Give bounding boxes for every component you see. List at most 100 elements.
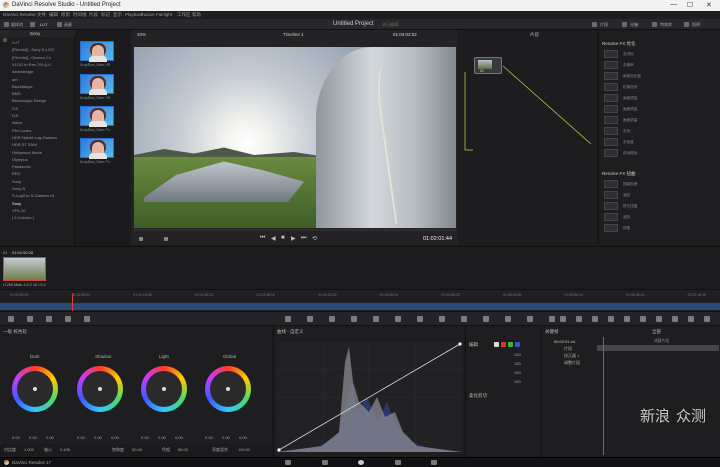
palette-tool-icon[interactable]	[592, 316, 598, 322]
pivot-value[interactable]: 0.435	[60, 447, 70, 452]
palette-tool-icon[interactable]	[656, 316, 662, 322]
playhead[interactable]	[72, 293, 73, 312]
palette-tool-icon[interactable]	[8, 316, 14, 322]
palette-tool-icon[interactable]	[505, 316, 511, 322]
palette-tool-icon[interactable]	[483, 316, 489, 322]
step-back-button[interactable]: ◀	[271, 235, 276, 242]
color-wheel[interactable]	[141, 366, 187, 412]
wheel-value[interactable]: 0.00	[239, 435, 247, 440]
hue-value[interactable]: 50.00	[178, 447, 188, 452]
lut-folder-item[interactable]: Hollywood Movie	[12, 150, 42, 155]
wheel-value[interactable]: 0.00	[29, 435, 37, 440]
keyframe-playhead[interactable]	[603, 337, 604, 455]
effect-item-label[interactable]: 局部对比度	[623, 74, 641, 79]
wheel-value[interactable]: 0.00	[12, 435, 20, 440]
palette-tool-icon[interactable]	[704, 316, 710, 322]
keyframe-track-bar[interactable]	[597, 345, 719, 351]
lut-thumbnail[interactable]	[80, 41, 114, 62]
curve-point-low[interactable]	[277, 448, 281, 452]
lut-folder-item[interactable]: Olympus	[12, 157, 28, 162]
timeline-selector[interactable]: Timeline 1	[283, 32, 304, 37]
close-button[interactable]: ✕	[706, 1, 712, 9]
intensity-r[interactable]: 100	[514, 361, 521, 366]
lut-folder-item[interactable]: Sony	[12, 201, 21, 206]
color-node[interactable]: 01	[474, 57, 502, 74]
lut-folder-item[interactable]: Blackmagic Design	[12, 98, 46, 103]
page-deliver-icon[interactable]	[431, 460, 437, 465]
palette-tool-icon[interactable]	[672, 316, 678, 322]
effect-thumbnail[interactable]	[604, 191, 618, 199]
lut-folder-item[interactable]: VLOG to Rec 709 (LU	[12, 62, 51, 67]
lut-icon[interactable]	[30, 22, 35, 27]
lut-folder-item[interactable]: Sony-N	[12, 186, 25, 191]
lum-mix-value[interactable]: 100.00	[238, 447, 250, 452]
palette-tool-icon[interactable]	[549, 316, 555, 322]
minimize-button[interactable]: —	[670, 1, 677, 8]
effect-thumbnail[interactable]	[604, 72, 618, 80]
lut-folder-item[interactable]: Panasonic	[12, 164, 31, 169]
palette-tool-icon[interactable]	[84, 316, 90, 322]
palette-tool-icon[interactable]	[46, 316, 52, 322]
menu-item[interactable]: 片段	[89, 12, 98, 18]
lut-folder-item[interactable]: Film Looks	[12, 128, 31, 133]
palette-tool-icon[interactable]	[560, 316, 566, 322]
skip-end-button[interactable]: ⏭	[301, 235, 306, 242]
effect-item-label[interactable]: 镜像	[623, 226, 630, 231]
intensity-b[interactable]: 100	[514, 379, 521, 384]
wheel-value[interactable]: 0.00	[222, 435, 230, 440]
palette-tool-icon[interactable]	[608, 316, 614, 322]
contrast-value[interactable]: 1.000	[24, 447, 34, 452]
lut-folder-item[interactable]: S-Log3 to S-Gamma v3	[12, 193, 54, 198]
timeline-track[interactable]	[0, 303, 720, 310]
palette-tool-icon[interactable]	[65, 316, 71, 322]
wheel-handle[interactable]	[226, 387, 230, 391]
palette-tool-icon[interactable]	[640, 316, 646, 322]
viewer-scrubber[interactable]	[134, 229, 455, 231]
clips-button[interactable]: 片段	[600, 22, 608, 28]
effect-item-label[interactable]: 波纹	[623, 193, 630, 198]
page-edit-icon[interactable]	[322, 460, 328, 465]
wheel-value[interactable]: 0.00	[175, 435, 183, 440]
effect-thumbnail[interactable]	[604, 202, 618, 210]
effect-item-label[interactable]: 画面质量	[623, 96, 637, 101]
wheel-handle[interactable]	[98, 387, 102, 391]
lut-folder-item[interactable]: Sony	[12, 179, 21, 184]
palette-tool-icon[interactable]	[373, 316, 379, 322]
palette-tool-icon[interactable]	[688, 316, 694, 322]
lut-thumbnail[interactable]	[80, 106, 114, 127]
mini-timeline[interactable]: 01:00:00:00 01:00:35:04 01:01:16:08 01:01:5…	[0, 289, 720, 312]
palette-tool-icon[interactable]	[527, 316, 533, 322]
menu-item[interactable]: 修剪	[61, 12, 70, 18]
effect-item-label[interactable]: 波形	[623, 215, 630, 220]
lut-button[interactable]: LUT	[40, 22, 48, 27]
page-color-icon[interactable]	[358, 460, 364, 465]
wheel-value[interactable]: 0.00	[111, 435, 119, 440]
collapse-icon[interactable]	[3, 38, 7, 42]
palette-tool-icon[interactable]	[439, 316, 445, 322]
page-fairlight-icon[interactable]	[395, 460, 401, 465]
skip-start-button[interactable]: ⏮	[260, 235, 265, 242]
palette-tool-icon[interactable]	[307, 316, 313, 322]
wheel-handle[interactable]	[162, 387, 166, 391]
keyframes-mode[interactable]: 全部	[652, 329, 661, 335]
effect-thumbnail[interactable]	[604, 105, 618, 113]
media-pool-button[interactable]: 媒体池	[11, 22, 23, 28]
palette-tool-icon[interactable]	[395, 316, 401, 322]
channel-r-button[interactable]	[501, 342, 506, 347]
wheel-value[interactable]: 0.00	[158, 435, 166, 440]
menu-item[interactable]: 时间线	[73, 12, 87, 18]
wheel-value[interactable]: 0.00	[141, 435, 149, 440]
gallery-icon[interactable]	[57, 22, 62, 27]
zoom-level[interactable]: 33%	[137, 32, 146, 37]
effect-thumbnail[interactable]	[604, 127, 618, 135]
palette-tool-icon[interactable]	[624, 316, 630, 322]
menu-item[interactable]: Fusion	[141, 12, 155, 17]
color-wheel[interactable]	[77, 366, 123, 412]
wheel-value[interactable]: 0.00	[205, 435, 213, 440]
channel-g-button[interactable]	[508, 342, 513, 347]
clips-icon[interactable]	[592, 22, 597, 27]
lightbox-button[interactable]: 光箱	[630, 22, 638, 28]
palette-tool-icon[interactable]	[329, 316, 335, 322]
effect-item-label[interactable]: 去色度	[623, 140, 634, 145]
menu-item[interactable]: Fairlight	[156, 12, 172, 17]
